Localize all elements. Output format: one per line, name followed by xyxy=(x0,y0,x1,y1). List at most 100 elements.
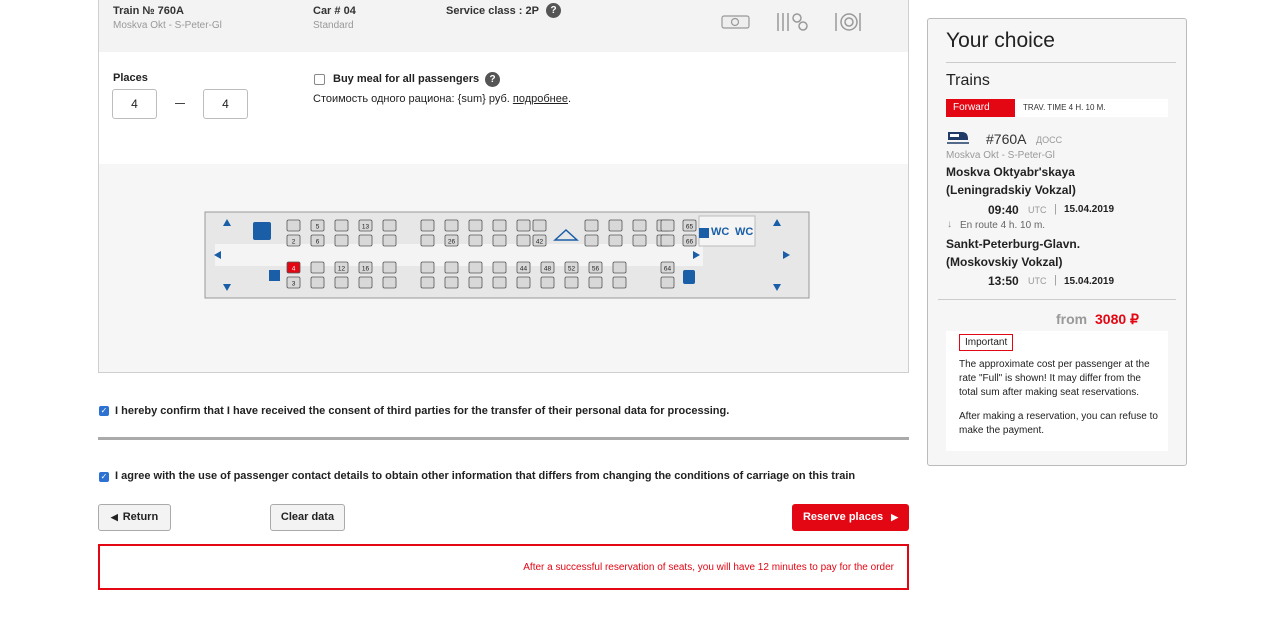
help-icon[interactable]: ? xyxy=(546,3,561,18)
section-divider xyxy=(98,437,909,440)
seat[interactable] xyxy=(632,219,647,232)
seat-number: 52 xyxy=(568,266,576,273)
seat-number: 5 xyxy=(316,224,320,231)
departure-separator: | xyxy=(1054,203,1057,215)
no-smoking-icon xyxy=(269,270,280,281)
ticket-icon xyxy=(721,15,750,29)
clear-data-button[interactable]: Clear data xyxy=(270,504,345,531)
sidebar-title: Your choice xyxy=(946,29,1055,52)
seat[interactable] xyxy=(382,234,397,247)
place-to-input[interactable]: 4 xyxy=(203,89,248,119)
seat[interactable] xyxy=(382,276,397,289)
seat[interactable] xyxy=(420,234,435,247)
buy-meal-label: Buy meal for all passengers xyxy=(333,73,480,85)
seat[interactable] xyxy=(608,219,623,232)
seat[interactable] xyxy=(612,261,627,274)
price-from-label: from xyxy=(1056,311,1088,327)
seat[interactable] xyxy=(516,276,531,289)
seat[interactable] xyxy=(420,276,435,289)
reserve-places-button[interactable]: Reserve places ▶ xyxy=(792,504,909,531)
arrival-utc: UTC xyxy=(1028,276,1047,286)
trains-label: Trains xyxy=(946,72,990,89)
wc-label: WC xyxy=(711,226,729,238)
seat[interactable] xyxy=(286,219,301,232)
seat[interactable] xyxy=(382,261,397,274)
seat[interactable] xyxy=(588,276,603,289)
consent-third-parties-checkbox[interactable]: ✓ xyxy=(99,406,109,416)
meal-help-icon[interactable]: ? xyxy=(485,72,500,87)
wc-label: WC xyxy=(735,226,753,238)
seat[interactable] xyxy=(444,261,459,274)
train-icon xyxy=(947,132,969,144)
chevron-right-icon: ▶ xyxy=(891,512,899,522)
restaurant-icon xyxy=(777,13,808,31)
places-dash xyxy=(175,103,185,104)
buy-meal-checkbox[interactable] xyxy=(314,74,325,85)
seat[interactable] xyxy=(660,276,675,289)
car-type: Standard xyxy=(313,20,354,31)
arrival-date: 15.04.2019 xyxy=(1064,276,1115,287)
return-button[interactable]: ◀ Return xyxy=(98,504,171,531)
return-label: Return xyxy=(122,511,159,523)
seat[interactable] xyxy=(358,234,373,247)
sidebar-rule xyxy=(946,62,1176,63)
seat[interactable] xyxy=(420,261,435,274)
seat[interactable] xyxy=(516,234,531,247)
seat[interactable] xyxy=(492,219,507,232)
seat[interactable] xyxy=(420,219,435,232)
sidebar-train-type: ДОСС xyxy=(1036,135,1063,145)
place-from-input[interactable]: 4 xyxy=(112,89,157,119)
seat[interactable] xyxy=(444,219,459,232)
important-box: Important The approximate cost per passe… xyxy=(946,331,1168,451)
seat-number: 3 xyxy=(292,281,296,288)
seat[interactable] xyxy=(540,276,555,289)
meal-details-link[interactable]: подробнее xyxy=(513,93,568,105)
seat[interactable] xyxy=(310,261,325,274)
seat[interactable] xyxy=(310,276,325,289)
train-route: Moskva Okt - S-Peter-Gl xyxy=(113,20,222,31)
seat[interactable] xyxy=(516,219,531,232)
meal-cost-text: Стоимость одного рациона: {sum} руб. под… xyxy=(313,93,571,105)
car-scheme-area: WC WC 5 13 65 2 6 26 42 66 4 12 16 44 48 52 56 64 3 xyxy=(99,164,908,372)
seat[interactable] xyxy=(632,234,647,247)
reserve-label: Reserve places xyxy=(802,511,884,523)
seat[interactable] xyxy=(584,219,599,232)
sidebar-rule-2 xyxy=(938,299,1176,300)
seat[interactable] xyxy=(468,219,483,232)
seat[interactable] xyxy=(660,234,675,247)
train-header: Train № 760A Moskva Okt - S-Peter-Gl Car… xyxy=(99,0,908,52)
departure-date: 15.04.2019 xyxy=(1064,204,1115,215)
seat[interactable] xyxy=(608,234,623,247)
seat-number: 44 xyxy=(520,266,528,273)
seat[interactable] xyxy=(468,276,483,289)
price-value: 3080 ₽ xyxy=(1095,311,1139,327)
seat-number: 48 xyxy=(544,266,552,273)
seat[interactable] xyxy=(382,219,397,232)
seat[interactable] xyxy=(358,276,373,289)
seat[interactable] xyxy=(468,234,483,247)
wifi-socket-icon xyxy=(835,13,861,31)
important-tag: Important xyxy=(959,334,1014,351)
seat[interactable] xyxy=(334,219,349,232)
meal-cost-prefix: Стоимость одного рациона: {sum} руб. xyxy=(313,93,513,105)
seat[interactable] xyxy=(660,219,675,232)
seat[interactable] xyxy=(334,276,349,289)
direction-badge: Forward xyxy=(946,99,1015,117)
seat[interactable] xyxy=(532,219,547,232)
seat-number: 6 xyxy=(316,239,320,246)
departure-time: 09:40 xyxy=(988,203,1019,217)
seat[interactable] xyxy=(334,234,349,247)
seat[interactable] xyxy=(468,261,483,274)
seat[interactable] xyxy=(492,276,507,289)
seat[interactable] xyxy=(492,261,507,274)
sidebar-train-number: #760A xyxy=(986,131,1027,147)
seat[interactable] xyxy=(584,234,599,247)
seat[interactable] xyxy=(612,276,627,289)
car-selection-panel: Train № 760A Moskva Okt - S-Peter-Gl Car… xyxy=(98,0,909,373)
seat-number: 26 xyxy=(448,239,456,246)
seat[interactable] xyxy=(444,276,459,289)
seat-number: 12 xyxy=(338,266,346,273)
seat[interactable] xyxy=(492,234,507,247)
consent-contact-checkbox[interactable]: ✓ xyxy=(99,472,109,482)
seat[interactable] xyxy=(564,276,579,289)
